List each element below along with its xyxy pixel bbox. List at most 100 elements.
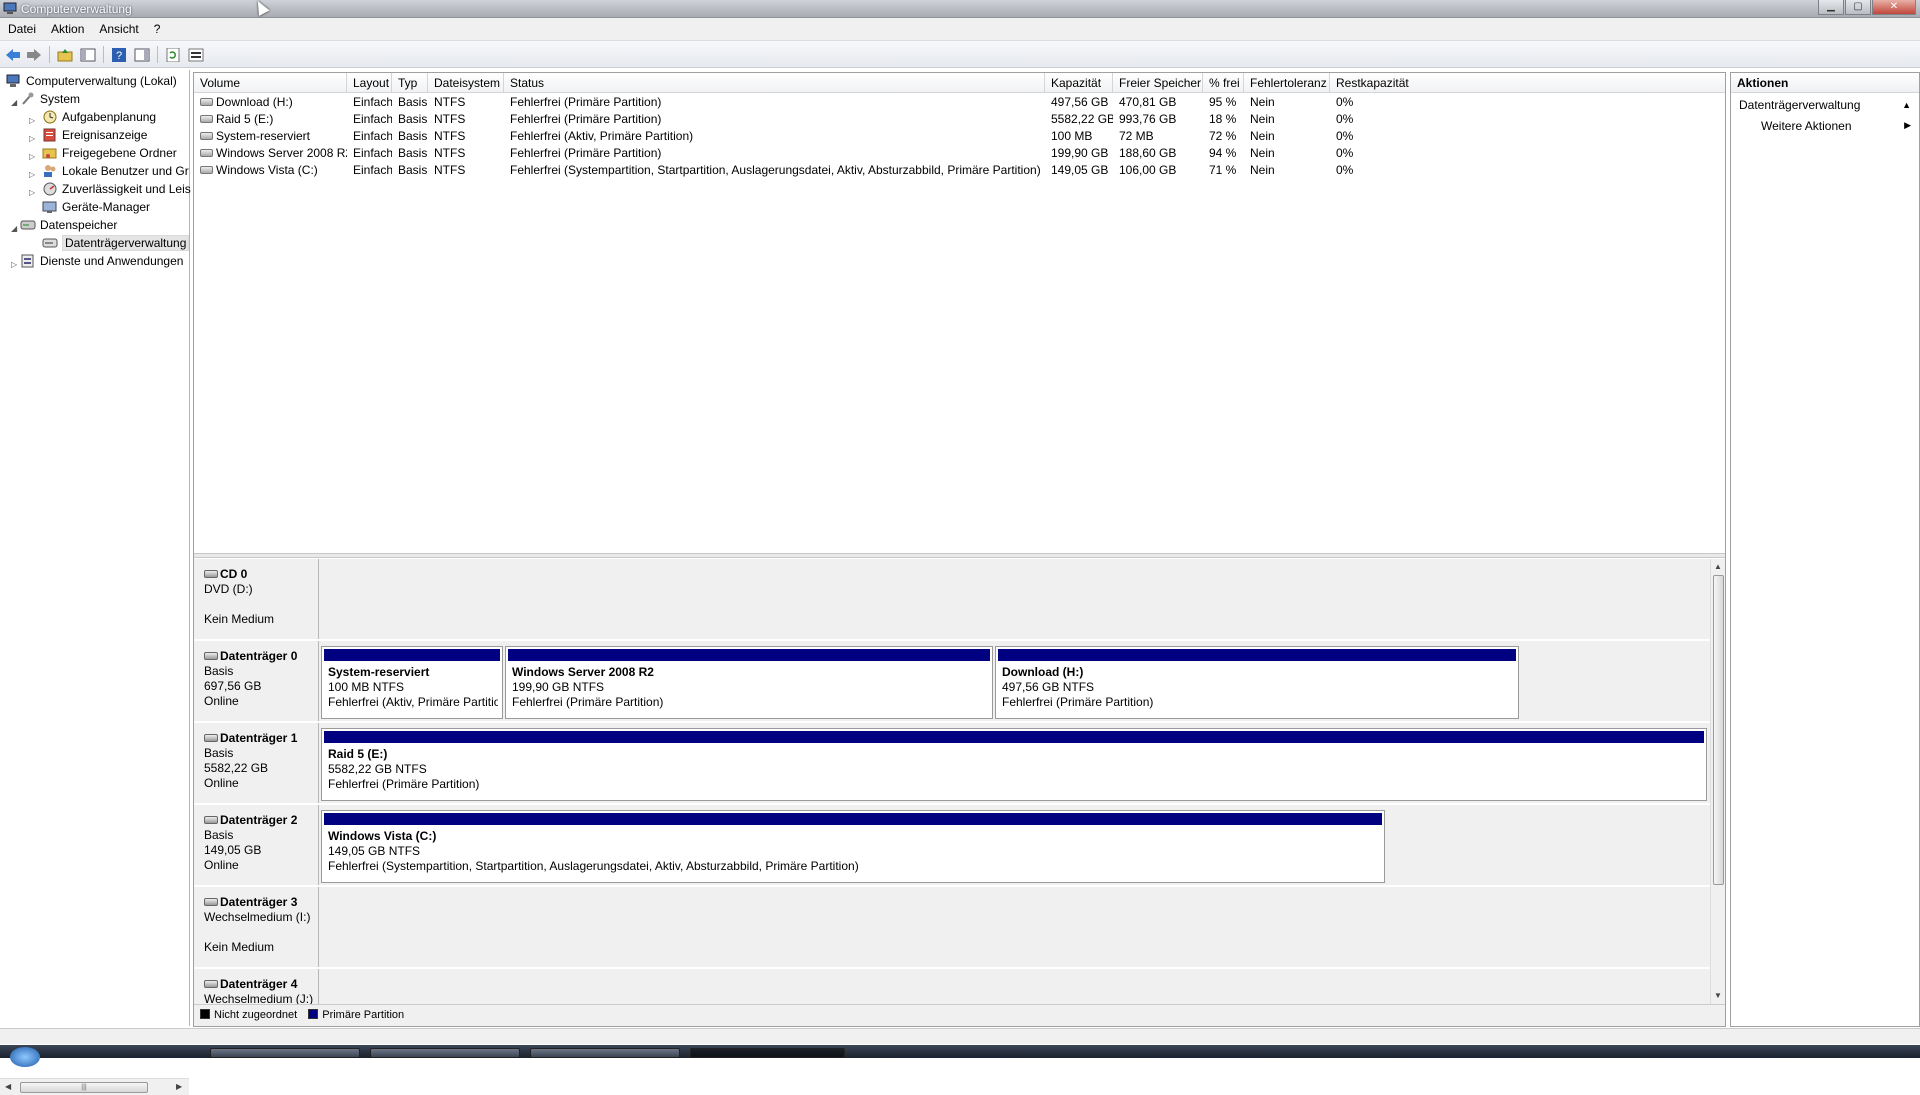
hard-disk-icon [204, 734, 218, 742]
show-action-pane-icon[interactable] [133, 46, 151, 63]
taskbar-item[interactable] [370, 1048, 520, 1058]
tree-item-ereignisanzeige[interactable]: Ereignisanzeige [42, 127, 147, 144]
refresh-icon[interactable] [164, 46, 182, 63]
forward-icon[interactable] [25, 46, 43, 63]
pane-splitter[interactable] [194, 553, 1725, 558]
collapse-icon[interactable]: ◢ [11, 98, 20, 107]
maximize-button[interactable]: ▢ [1845, 0, 1871, 15]
table-row[interactable]: Windows Vista (C:) Einfach Basis NTFS Fe… [194, 162, 1725, 179]
taskbar-item-active[interactable] [690, 1048, 845, 1058]
expand-icon[interactable]: ▷ [29, 188, 38, 197]
disk-graphical-view: CD 0 DVD (D:) Kein Medium Datenträger 0 … [194, 559, 1710, 1004]
col-fehlertoleranz[interactable]: Fehlertoleranz [1244, 73, 1330, 93]
partition-raid5[interactable]: Raid 5 (E:) 5582,22 GB NTFS Fehlerfrei (Pr… [321, 728, 1707, 801]
col-typ[interactable]: Typ [392, 73, 428, 93]
disk-row-0[interactable]: Datenträger 0 Basis 697,56 GB Online Sys… [194, 641, 1710, 721]
menu-datei[interactable]: Datei [0, 18, 43, 36]
disk-row-1[interactable]: Datenträger 1 Basis 5582,22 GB Online Ra… [194, 723, 1710, 803]
partition-windows-server[interactable]: Windows Server 2008 R2 199,90 GB NTFS Fehl… [505, 646, 993, 719]
cd-drive-icon [204, 570, 218, 578]
collapse-section-icon[interactable]: ▲ [1902, 95, 1911, 115]
col-status[interactable]: Status [504, 73, 1045, 93]
show-tree-icon[interactable] [79, 46, 97, 63]
col-restkapazitaet[interactable]: Restkapazität [1330, 73, 1725, 93]
tree-item-freigegebene-ordner[interactable]: Freigegebene Ordner [42, 145, 177, 162]
start-button[interactable] [10, 1047, 40, 1067]
disk-vertical-scrollbar[interactable]: ▲ ▼ [1710, 559, 1725, 1004]
col-layout[interactable]: Layout [347, 73, 392, 93]
menu-bar: Datei Aktion Ansicht? [0, 18, 1920, 41]
disk-row-cd0[interactable]: CD 0 DVD (D:) Kein Medium [194, 559, 1710, 639]
expand-icon[interactable]: ▷ [29, 134, 38, 143]
actions-header: Aktionen [1731, 73, 1919, 93]
table-row[interactable]: Windows Server 2008 R2 Einfach Basis NTF… [194, 145, 1725, 162]
disk-label[interactable]: Datenträger 1 Basis 5582,22 GB Online [194, 723, 319, 803]
help-icon[interactable]: ? [110, 46, 128, 63]
collapse-icon[interactable]: ◢ [11, 224, 20, 233]
submenu-arrow-icon: ▶ [1904, 120, 1911, 130]
taskbar-item[interactable] [210, 1048, 360, 1058]
table-row[interactable]: Raid 5 (E:) Einfach Basis NTFS Fehlerfre… [194, 111, 1725, 128]
disk-row-3[interactable]: Datenträger 3 Wechselmedium (I:) Kein Me… [194, 887, 1710, 967]
tree-item-datentraegerverwaltung[interactable]: Datenträgerverwaltung [42, 235, 190, 252]
disk-label[interactable]: Datenträger 2 Basis 149,05 GB Online [194, 805, 319, 885]
disk-label[interactable]: Datenträger 0 Basis 697,56 GB Online [194, 641, 319, 721]
tree-item-datenspeicher[interactable]: Datenspeicher [20, 217, 117, 234]
primary-partition-bar [508, 649, 990, 661]
taskbar-item[interactable] [530, 1048, 680, 1058]
disk-row-4[interactable]: Datenträger 4 Wechselmedium (J:) [194, 969, 1710, 1004]
tree-item-dienste[interactable]: Dienste und Anwendungen [20, 253, 183, 270]
volume-icon [200, 115, 213, 123]
tree-item-lokale-benutzer[interactable]: Lokale Benutzer und Gr [42, 163, 189, 180]
tree-item-system[interactable]: System [20, 91, 80, 108]
scroll-left-icon[interactable]: ◀ [5, 1082, 11, 1091]
disk-label[interactable]: Datenträger 4 Wechselmedium (J:) [194, 969, 319, 1004]
menu-aktion[interactable]: Aktion [43, 18, 91, 36]
partition-download[interactable]: Download (H:) 497,56 GB NTFS Fehlerfrei (P… [995, 646, 1519, 719]
expand-icon[interactable]: ▷ [29, 170, 38, 179]
menu-ansicht[interactable]: Ansicht [91, 18, 145, 36]
menu-help[interactable]: ? [146, 18, 168, 36]
expand-icon[interactable]: ▷ [29, 152, 38, 161]
expand-icon[interactable]: ▷ [29, 116, 38, 125]
tree-root[interactable]: Computerverwaltung (Lokal) [6, 73, 177, 90]
close-button[interactable]: ✕ [1872, 0, 1916, 15]
partition-system-reserviert[interactable]: System-reserviert 100 MB NTFS Fehlerfrei (… [321, 646, 503, 719]
scroll-right-icon[interactable]: ▶ [176, 1082, 182, 1091]
col-dateisystem[interactable]: Dateisystem [428, 73, 504, 93]
volume-icon [200, 149, 213, 157]
actions-section-datentraeger[interactable]: Datenträgerverwaltung ▲ [1731, 95, 1919, 115]
col-freier-speicher[interactable]: Freier Speicher [1113, 73, 1203, 93]
scroll-thumb[interactable] [1713, 575, 1724, 885]
tree-item-aufgabenplanung[interactable]: Aufgabenplanung [42, 109, 156, 126]
table-row[interactable]: Download (H:) Einfach Basis NTFS Fehlerf… [194, 94, 1725, 111]
status-bar [0, 1028, 1920, 1044]
partition-windows-vista[interactable]: Windows Vista (C:) 149,05 GB NTFS Fehlerfr… [321, 810, 1385, 883]
table-row[interactable]: System-reserviert Einfach Basis NTFS Feh… [194, 128, 1725, 145]
shared-folder-icon [42, 146, 58, 160]
weitere-aktionen-link[interactable]: Weitere Aktionen [1761, 119, 1852, 133]
disk-row-2[interactable]: Datenträger 2 Basis 149,05 GB Online Win… [194, 805, 1710, 885]
back-icon[interactable] [4, 46, 22, 63]
scroll-thumb[interactable]: ||| [20, 1082, 148, 1093]
device-manager-icon [42, 200, 58, 214]
disk-label[interactable]: Datenträger 3 Wechselmedium (I:) Kein Me… [194, 887, 319, 967]
col-volume[interactable]: Volume [194, 73, 347, 93]
col-kapazitaet[interactable]: Kapazität [1045, 73, 1113, 93]
scroll-up-icon[interactable]: ▲ [1714, 562, 1722, 571]
primary-swatch [308, 1009, 319, 1019]
tree-item-geraete-manager[interactable]: Geräte-Manager [42, 199, 150, 216]
removable-disk-icon [204, 898, 218, 906]
disk-label[interactable]: CD 0 DVD (D:) Kein Medium [194, 559, 319, 639]
actions-pane: Aktionen Datenträgerverwaltung ▲ Weitere… [1730, 72, 1920, 1027]
up-folder-icon[interactable] [56, 46, 74, 63]
scroll-down-icon[interactable]: ▼ [1714, 991, 1722, 1000]
tree-item-zuverlaessigkeit[interactable]: Zuverlässigkeit und Leis [42, 181, 191, 198]
properties-icon[interactable] [187, 46, 205, 63]
expand-icon[interactable]: ▷ [11, 260, 20, 269]
volume-icon [200, 132, 213, 140]
tree-horizontal-scrollbar[interactable]: ◀ ||| ▶ [0, 1078, 189, 1095]
minimize-button[interactable]: ▁ [1818, 0, 1844, 15]
col-prozent-frei[interactable]: % frei [1203, 73, 1244, 93]
volume-table-header: Volume Layout Typ Dateisystem Status Kap… [194, 73, 1725, 93]
